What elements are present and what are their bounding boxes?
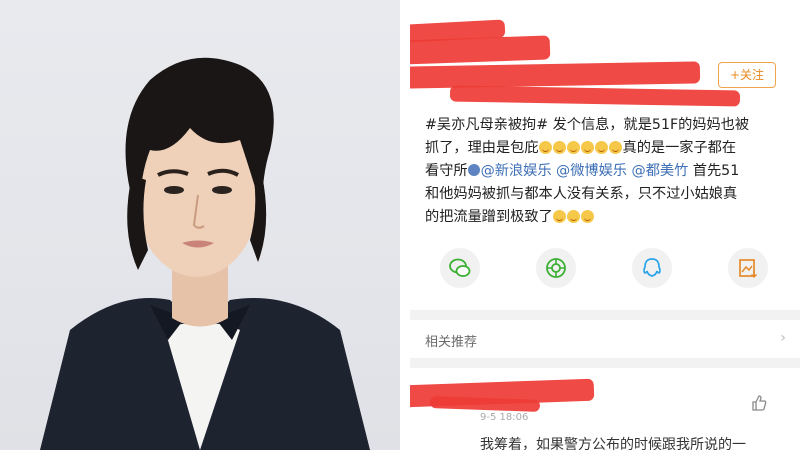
laughing-emoji-icon (608, 141, 622, 154)
post-text-segment: 首先51 (688, 163, 740, 179)
chevron-right-icon[interactable]: › (780, 330, 786, 346)
follow-button[interactable]: +关注 (718, 62, 776, 88)
qq-share-button[interactable] (632, 248, 672, 288)
post-line: 的把流量蹭到极致了 (425, 206, 785, 229)
portrait-illustration (40, 57, 370, 450)
laughing-emoji-icon (580, 210, 594, 223)
section-divider (410, 358, 800, 368)
panel-divider (400, 0, 410, 450)
redaction-mark (410, 61, 701, 89)
weibo-screenshot: +关注 #吴亦凡母亲被拘# 发个信息，就是51F的妈妈也被 抓了，理由是包庇 真的… (410, 0, 800, 450)
redaction-mark (429, 396, 541, 412)
section-divider (410, 310, 800, 320)
laughing-emoji-icon (538, 141, 552, 154)
post-line: 抓了，理由是包庇 真的是一家子都在 (425, 137, 785, 160)
laughing-emoji-icon (552, 210, 566, 223)
laughing-emoji-icon (594, 141, 608, 154)
laughing-emoji-icon (566, 210, 580, 223)
mention-link[interactable]: @微博娱乐 (556, 163, 627, 179)
post-line: 和他妈妈被抓与都本人没有关系，只不过小姑娘真 (425, 186, 738, 202)
post-body: #吴亦凡母亲被拘# 发个信息，就是51F的妈妈也被 抓了，理由是包庇 真的是一家子… (425, 114, 785, 229)
thumbs-up-icon[interactable] (750, 394, 768, 412)
redaction-mark (410, 35, 551, 65)
post-line: 看守所 @新浪娱乐 @微博娱乐 @都美竹 首先51 (425, 160, 785, 183)
save-image-icon (739, 259, 758, 279)
post-text-segment: 真的是一家子都在 (622, 140, 737, 156)
redaction-mark (449, 85, 741, 107)
post-text-segment: 抓了，理由是包庇 (425, 140, 539, 156)
save-image-button[interactable] (728, 248, 768, 288)
related-recommendations-label[interactable]: 相关推荐 (425, 331, 477, 350)
comment-timestamp: 9-5 18:06 (480, 412, 529, 423)
moments-share-button[interactable] (536, 248, 576, 288)
wechat-icon (449, 258, 471, 277)
mention-link[interactable]: @新浪娱乐 (481, 163, 552, 179)
comment-text: 我筹着，如果警方公布的时候跟我所说的一 (480, 437, 746, 450)
post-text-segment: 看守所 (425, 163, 468, 179)
mention-link[interactable]: @都美竹 (632, 163, 689, 179)
laughing-emoji-icon (566, 141, 580, 154)
laughing-emoji-icon (552, 141, 566, 154)
moments-icon (546, 258, 566, 278)
qq-icon (643, 258, 661, 277)
wechat-share-button[interactable] (440, 248, 480, 288)
portrait-photo (0, 0, 400, 450)
post-text-segment: 的把流量蹭到极致了 (425, 209, 553, 225)
post-line: #吴亦凡母亲被拘# 发个信息，就是51F的妈妈也被 (425, 117, 750, 133)
laughing-emoji-icon (580, 141, 594, 154)
share-row (440, 248, 770, 294)
avatar-icon (467, 164, 480, 176)
